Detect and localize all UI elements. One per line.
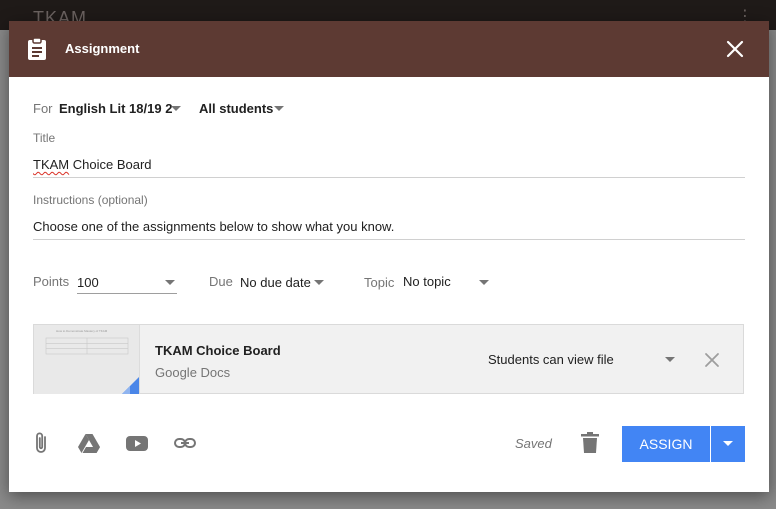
remove-attachment-icon[interactable] — [704, 352, 720, 368]
title-rest: Choice Board — [69, 157, 152, 172]
points-dropdown[interactable]: 100 — [77, 275, 99, 290]
trash-icon[interactable] — [580, 432, 600, 454]
points-underline — [77, 293, 177, 294]
instructions-input[interactable]: Choose one of the assignments below to s… — [33, 219, 394, 234]
for-label: For — [33, 101, 53, 116]
google-drive-icon[interactable] — [77, 431, 101, 455]
assign-options-button[interactable] — [711, 426, 745, 462]
link-icon[interactable] — [173, 431, 197, 455]
title-input[interactable]: TKAM Choice Board — [33, 157, 152, 172]
class-dropdown[interactable]: English Lit 18/19 2 — [59, 101, 172, 116]
clipboard-icon — [28, 37, 46, 60]
attachment-card[interactable]: How to Demonstrate Mastery of TKAM TKAM … — [33, 324, 744, 394]
chevron-down-icon[interactable] — [723, 441, 733, 446]
title-label: Title — [33, 131, 56, 145]
chevron-down-icon[interactable] — [479, 280, 489, 285]
title-misspelled-word: TKAM — [33, 157, 70, 172]
students-dropdown[interactable]: All students — [199, 101, 273, 116]
points-label: Points — [33, 274, 70, 289]
instructions-label: Instructions (optional) — [33, 193, 148, 207]
youtube-icon[interactable] — [125, 431, 149, 455]
due-dropdown[interactable]: No due date — [240, 275, 311, 290]
dialog-title: Assignment — [65, 41, 140, 56]
topic-dropdown[interactable]: No topic — [403, 274, 451, 289]
save-status: Saved — [515, 436, 552, 451]
chevron-down-icon[interactable] — [165, 280, 175, 285]
due-label: Due — [209, 274, 233, 289]
chevron-down-icon[interactable] — [665, 357, 675, 362]
instructions-underline — [33, 239, 745, 240]
attachment-title[interactable]: TKAM Choice Board — [155, 343, 281, 358]
dialog-header: Assignment — [9, 21, 769, 77]
attachment-source: Google Docs — [155, 365, 231, 380]
permission-dropdown[interactable]: Students can view file — [488, 352, 614, 367]
options-row: Points 100 Due No due date Topic No topi… — [9, 274, 769, 304]
document-thumbnail[interactable]: How to Demonstrate Mastery of TKAM — [34, 325, 140, 394]
chevron-down-icon[interactable] — [314, 280, 324, 285]
thumb-heading: How to Demonstrate Mastery of TKAM — [56, 329, 108, 333]
assignment-dialog: Assignment For English Lit 18/19 2 All s… — [9, 21, 769, 492]
close-icon[interactable] — [725, 39, 745, 59]
paperclip-icon[interactable] — [29, 431, 53, 455]
document-preview: How to Demonstrate Mastery of TKAM — [34, 325, 139, 394]
topic-label: Topic — [364, 275, 395, 290]
title-underline — [33, 177, 745, 178]
chevron-down-icon[interactable] — [171, 106, 181, 111]
chevron-down-icon[interactable] — [274, 106, 284, 111]
assign-button[interactable]: ASSIGN — [622, 426, 710, 462]
